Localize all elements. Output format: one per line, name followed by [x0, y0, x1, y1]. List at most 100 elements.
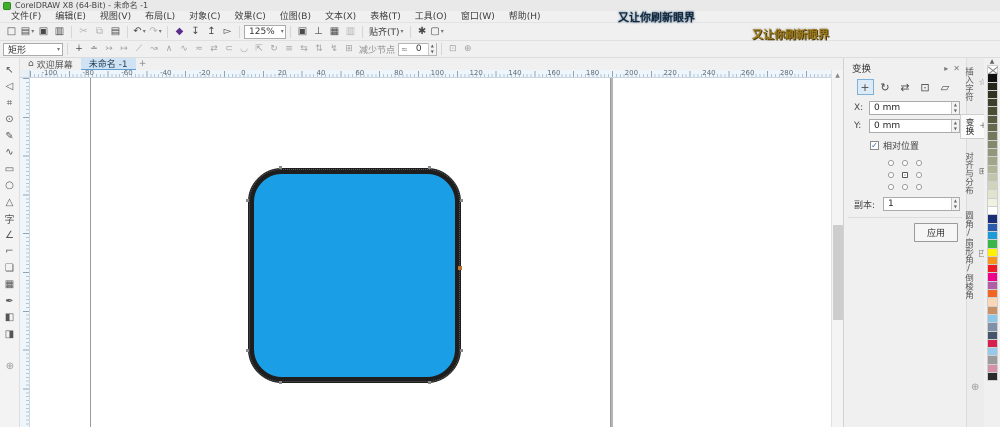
freehand-tool[interactable]: ✎ [1, 128, 19, 145]
anchor-radio[interactable] [898, 181, 912, 193]
dimension-tool[interactable]: ∠ [1, 227, 19, 244]
add-node-button[interactable]: ∔ [72, 42, 86, 56]
y-input[interactable]: 0 mm ▲ ▼ [869, 119, 960, 133]
docker-collapse-icon[interactable]: ▸ [944, 64, 948, 73]
cut-button[interactable]: ✂ [76, 24, 91, 39]
transform-skew-button[interactable]: ▱ [937, 79, 954, 95]
rounded-square-shape[interactable] [248, 168, 461, 383]
extract-subpath-button[interactable]: ⊂ [222, 42, 236, 56]
shape-tool[interactable]: ◁ [1, 79, 19, 96]
apply-button[interactable]: 应用 [913, 223, 958, 242]
new-tab-button[interactable]: + [136, 58, 150, 70]
scroll-up-icon[interactable]: ▲ [832, 70, 843, 80]
interactive-fill-tool[interactable]: ◧ [1, 310, 19, 327]
menu-item[interactable]: 对象(C) [182, 11, 227, 23]
relative-position-option[interactable]: ✓ 相对位置 [844, 135, 966, 154]
add-docker-button[interactable]: ⊕ [971, 382, 979, 393]
polygon-tool[interactable]: △ [1, 194, 19, 211]
node-handle[interactable] [246, 199, 249, 202]
curve-smoothness-spinner[interactable]: ≈ 0 ▲ ▼ [398, 42, 437, 56]
application-launcher-button[interactable]: ▢ ▾ [430, 24, 445, 39]
color-eyedropper-tool[interactable]: ✒ [1, 293, 19, 310]
copy-button[interactable]: ⧉ [92, 24, 107, 39]
anchor-radio[interactable] [884, 181, 898, 193]
spin-down-icon[interactable]: ▼ [951, 126, 959, 132]
vertical-scrollbar[interactable]: ▲ [831, 70, 843, 427]
anchor-radio-selected[interactable] [898, 169, 912, 181]
export-button[interactable]: ↥ [204, 24, 219, 39]
menu-item[interactable]: 编辑(E) [48, 11, 93, 23]
node-handle[interactable] [428, 166, 431, 169]
chevron-down-icon[interactable]: ▾ [281, 28, 284, 35]
anchor-radio[interactable] [884, 157, 898, 169]
stretch-nodes-button[interactable]: ⇱ [252, 42, 266, 56]
node-handle[interactable] [460, 199, 463, 202]
dropdown-caret-icon[interactable]: ▾ [31, 28, 34, 35]
reflect-horizontal-button[interactable]: ⇆ [297, 42, 311, 56]
node-handle-highlighted[interactable] [458, 266, 462, 270]
redo-button[interactable]: ↷ ▾ [148, 24, 163, 39]
join-nodes-button[interactable]: ↣ [102, 42, 116, 56]
break-curve-button[interactable]: ↦ [117, 42, 131, 56]
drawing-canvas[interactable] [30, 78, 831, 427]
delete-node-button[interactable]: ∸ [87, 42, 101, 56]
menu-item[interactable]: 帮助(H) [502, 11, 548, 23]
rectangle-tool[interactable]: ▭ [1, 161, 19, 178]
crop-tool[interactable]: ⌗ [1, 95, 19, 112]
select-all-nodes-button[interactable]: ⊞ [342, 42, 356, 56]
selection-mode-combobox[interactable]: 矩形 ▾ [3, 42, 63, 56]
docker-close-icon[interactable]: ✕ [953, 64, 960, 73]
customize-toolbox-button[interactable]: ⊕ [1, 358, 19, 375]
reflect-vertical-button[interactable]: ⇅ [312, 42, 326, 56]
chevron-down-icon[interactable]: ▾ [441, 28, 444, 35]
sculpt-button[interactable]: ⊕ [461, 42, 475, 56]
transparency-tool[interactable]: ▦ [1, 277, 19, 294]
convert-to-curve-button[interactable]: ↝ [147, 42, 161, 56]
menu-item[interactable]: 效果(C) [227, 11, 272, 23]
show-grid-button[interactable]: ▦ [327, 24, 342, 39]
save-button[interactable]: ▣▾ [36, 24, 51, 39]
drop-shadow-tool[interactable]: ❏ [1, 260, 19, 277]
show-rulers-button[interactable]: ⊥ [311, 24, 326, 39]
scrollbar-thumb[interactable] [833, 225, 843, 320]
anchor-radio[interactable] [898, 157, 912, 169]
spin-down-icon[interactable]: ▼ [428, 49, 436, 55]
symmetrical-node-button[interactable]: ≈ [192, 42, 206, 56]
reduce-nodes-label[interactable]: 减少节点 [359, 43, 395, 56]
convert-to-line-button[interactable]: ⟋ [132, 42, 146, 56]
menu-item[interactable]: 位图(B) [273, 11, 318, 23]
transform-rotate-button[interactable]: ↻ [877, 79, 894, 95]
spin-down-icon[interactable]: ▼ [951, 108, 959, 114]
anchor-radio[interactable] [912, 181, 926, 193]
menu-item[interactable]: 工具(O) [408, 11, 454, 23]
menu-item[interactable]: 窗口(W) [454, 11, 502, 23]
tab-welcome-screen[interactable]: ⌂ 欢迎屏幕 [20, 58, 81, 71]
menu-item[interactable]: 表格(T) [363, 11, 408, 23]
anchor-radio[interactable] [912, 157, 926, 169]
transform-size-button[interactable]: ⊡ [917, 79, 934, 95]
print-button[interactable]: ▥▾ [52, 24, 67, 39]
color-swatch[interactable] [986, 65, 998, 75]
ruler-corner[interactable] [20, 70, 30, 78]
reverse-direction-button[interactable]: ⇄ [207, 42, 221, 56]
snap-to-dropdown[interactable]: 贴齐(T) ▾ [367, 25, 406, 38]
node-handle[interactable] [246, 349, 249, 352]
new-document-button[interactable]: □▾ [4, 24, 19, 39]
x-input[interactable]: 0 mm ▲ ▼ [869, 101, 960, 115]
search-content-button[interactable]: ◆ [172, 24, 187, 39]
menu-item[interactable]: 文本(X) [318, 11, 363, 23]
undo-button[interactable]: ↶ ▾ [132, 24, 147, 39]
node-handle[interactable] [460, 349, 463, 352]
transform-scale-mirror-button[interactable]: ⇄ [897, 79, 914, 95]
spin-down-icon[interactable]: ▼ [951, 204, 959, 210]
rotate-skew-nodes-button[interactable]: ↻ [267, 42, 281, 56]
publish-pdf-button[interactable]: ▻ [220, 24, 235, 39]
checkbox-checked-icon[interactable]: ✓ [870, 141, 879, 150]
chevron-down-icon[interactable]: ▾ [401, 28, 404, 35]
anchor-radio[interactable] [884, 169, 898, 181]
anchor-radio[interactable] [912, 169, 926, 181]
smart-fill-tool[interactable]: ◨ [1, 326, 19, 343]
dropdown-caret-icon[interactable]: ▾ [143, 28, 146, 35]
text-tool[interactable]: 字 [1, 211, 19, 228]
zoom-level-combobox[interactable]: 125% ▾ [244, 24, 286, 39]
